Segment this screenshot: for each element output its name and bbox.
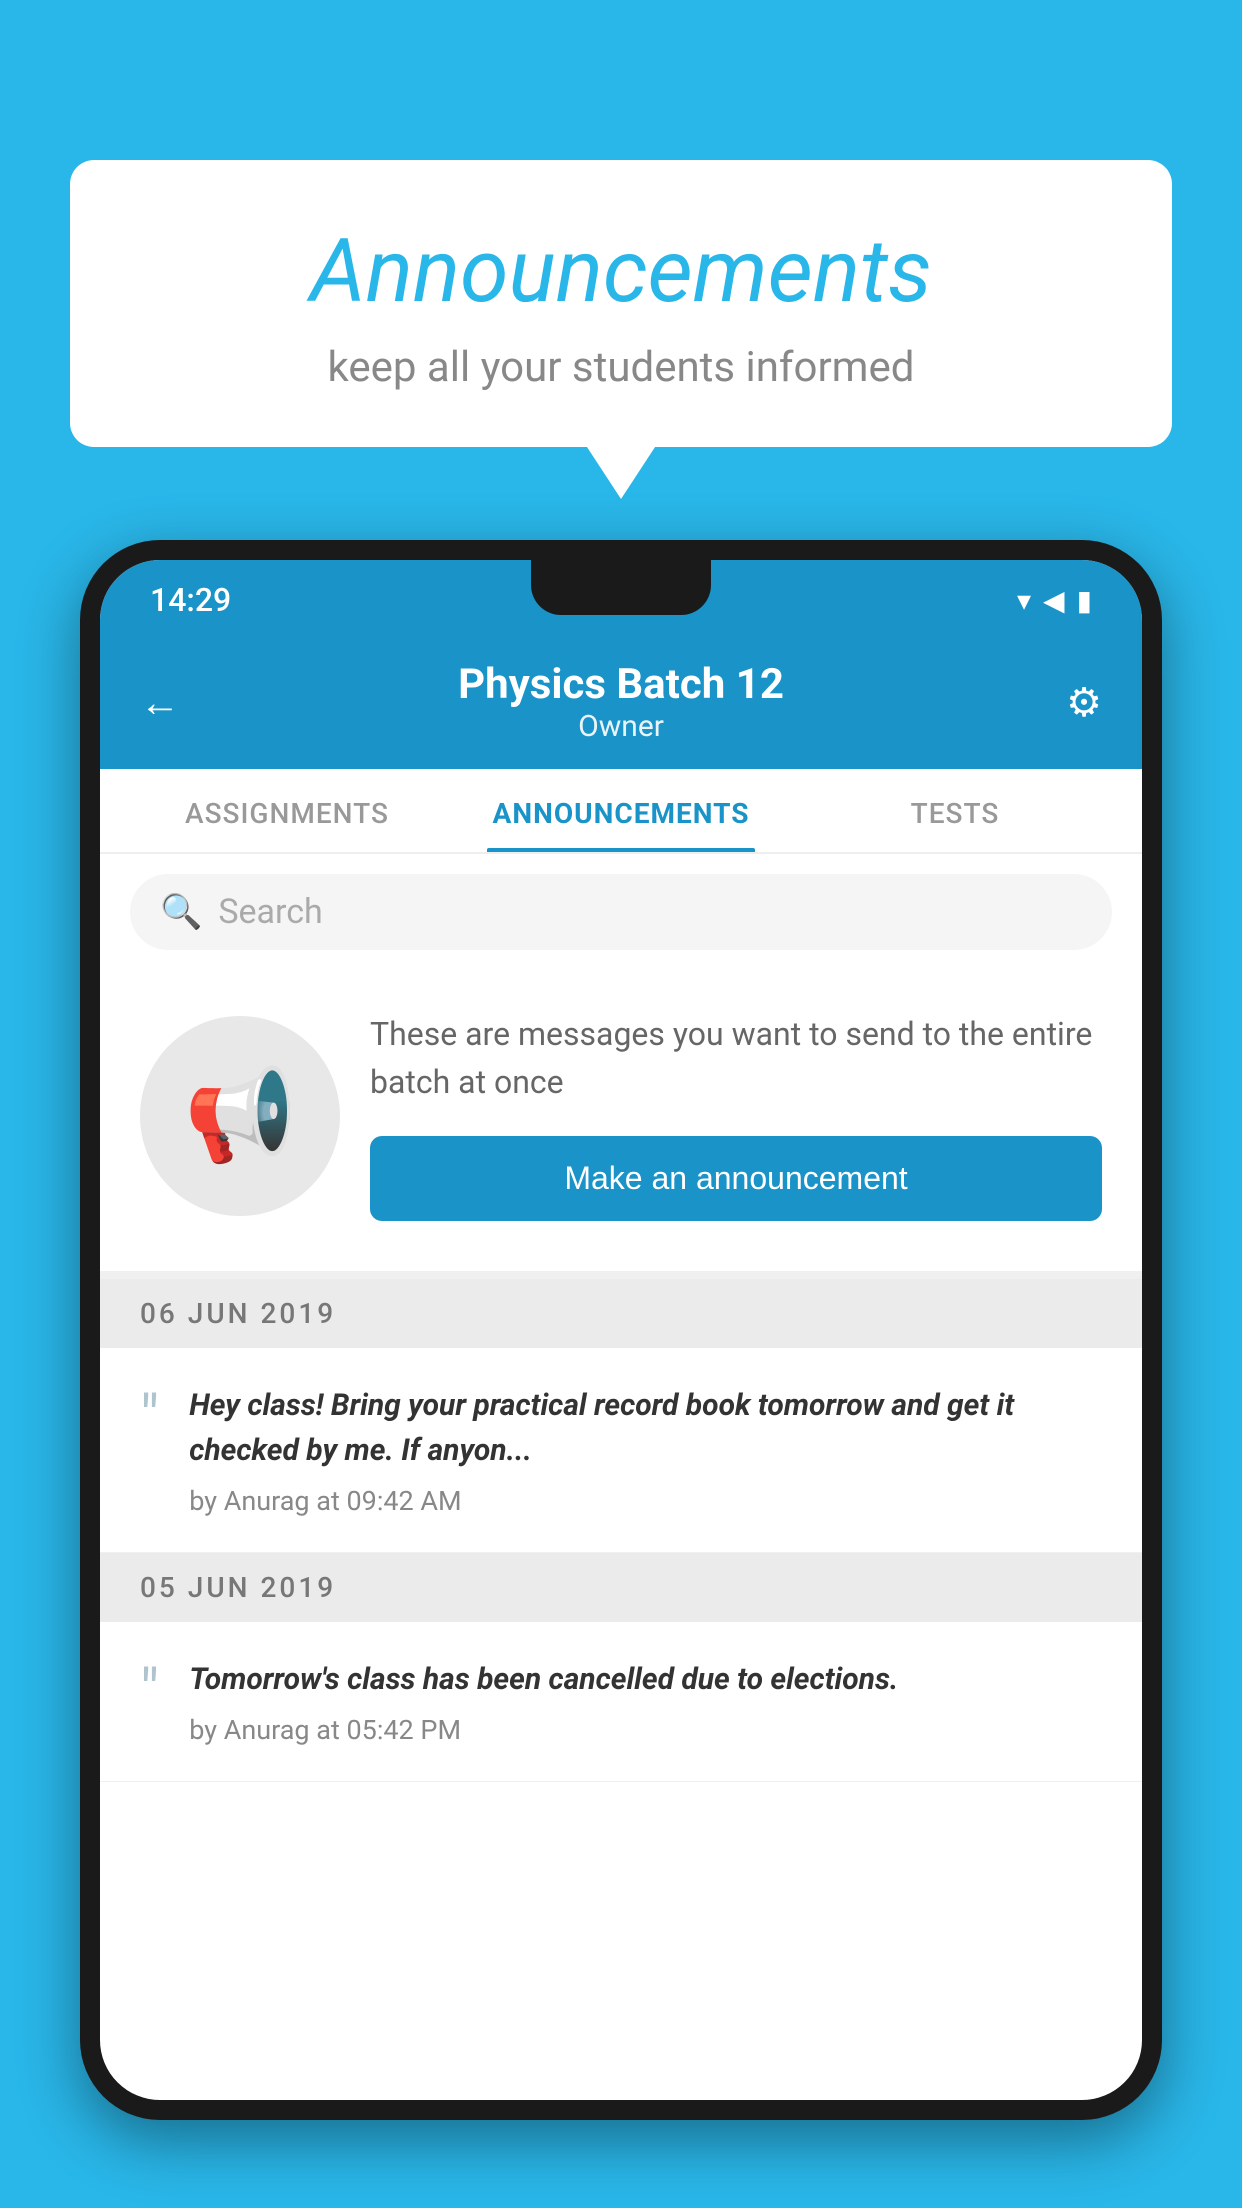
promo-content: These are messages you want to send to t…	[370, 1010, 1102, 1221]
phone-container: 14:29 ▾ ◀ ▮ ← Physics Batch 12 Owner ⚙ A…	[80, 540, 1162, 2208]
speech-bubble-container: Announcements keep all your students inf…	[70, 160, 1172, 447]
date-separator-1: 06 JUN 2019	[100, 1279, 1142, 1348]
tab-announcements[interactable]: ANNOUNCEMENTS	[454, 769, 788, 852]
status-bar: 14:29 ▾ ◀ ▮	[100, 560, 1142, 640]
announcement-content-2: Tomorrow's class has been cancelled due …	[189, 1657, 898, 1746]
quote-icon-2: "	[140, 1662, 159, 1722]
date-separator-2: 05 JUN 2019	[100, 1553, 1142, 1622]
search-icon: 🔍	[160, 892, 202, 932]
search-container: 🔍 Search	[100, 854, 1142, 970]
battery-icon: ▮	[1077, 584, 1092, 617]
phone-notch	[531, 560, 711, 615]
status-icons: ▾ ◀ ▮	[1017, 584, 1092, 617]
tabs-bar: ASSIGNMENTS ANNOUNCEMENTS TESTS	[100, 769, 1142, 854]
promo-icon-circle: 📢	[140, 1016, 340, 1216]
announcement-text-2: Tomorrow's class has been cancelled due …	[189, 1657, 898, 1702]
tab-assignments[interactable]: ASSIGNMENTS	[120, 769, 454, 852]
signal-icon: ◀	[1043, 584, 1065, 617]
header-title-group: Physics Batch 12 Owner	[458, 660, 784, 744]
search-bar[interactable]: 🔍 Search	[130, 874, 1112, 950]
wifi-icon: ▾	[1017, 584, 1031, 617]
tab-tests[interactable]: TESTS	[788, 769, 1122, 852]
announcement-text-1: Hey class! Bring your practical record b…	[189, 1383, 1102, 1473]
settings-button[interactable]: ⚙	[1066, 679, 1102, 726]
speech-bubble: Announcements keep all your students inf…	[70, 160, 1172, 447]
back-button[interactable]: ←	[140, 679, 180, 726]
phone-frame: 14:29 ▾ ◀ ▮ ← Physics Batch 12 Owner ⚙ A…	[80, 540, 1162, 2120]
announcement-item-2: " Tomorrow's class has been cancelled du…	[100, 1622, 1142, 1782]
quote-icon-1: "	[140, 1388, 159, 1448]
phone-screen: 14:29 ▾ ◀ ▮ ← Physics Batch 12 Owner ⚙ A…	[100, 560, 1142, 2100]
app-header: ← Physics Batch 12 Owner ⚙	[100, 640, 1142, 769]
announcement-item-1: " Hey class! Bring your practical record…	[100, 1348, 1142, 1553]
header-title: Physics Batch 12	[458, 660, 784, 709]
speech-bubble-title: Announcements	[120, 220, 1122, 323]
search-placeholder: Search	[218, 892, 322, 932]
announcement-meta-2: by Anurag at 05:42 PM	[189, 1714, 898, 1746]
make-announcement-button[interactable]: Make an announcement	[370, 1136, 1102, 1221]
announcement-meta-1: by Anurag at 09:42 AM	[189, 1485, 1102, 1517]
promo-description: These are messages you want to send to t…	[370, 1010, 1102, 1106]
announcement-content-1: Hey class! Bring your practical record b…	[189, 1383, 1102, 1517]
status-time: 14:29	[150, 581, 231, 619]
promo-card: 📢 These are messages you want to send to…	[100, 970, 1142, 1279]
header-subtitle: Owner	[458, 709, 784, 744]
megaphone-icon: 📢	[184, 1063, 296, 1168]
speech-bubble-subtitle: keep all your students informed	[120, 343, 1122, 392]
